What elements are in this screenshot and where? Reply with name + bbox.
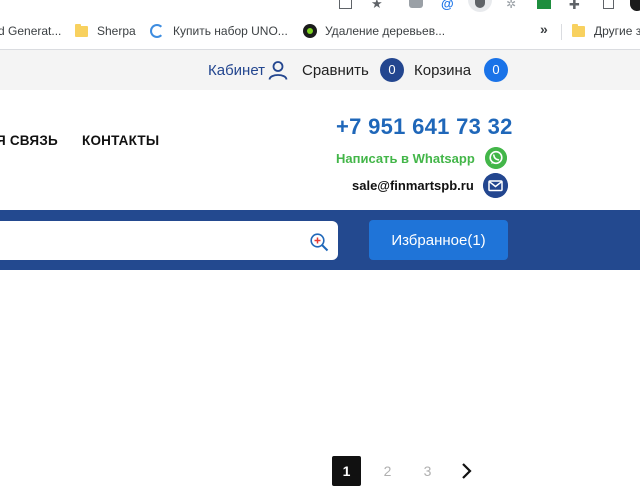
- chevron-right-icon: [461, 463, 472, 479]
- bookmark-item[interactable]: Sherpa: [75, 23, 136, 39]
- favorites-button[interactable]: Избранное(1): [369, 220, 508, 260]
- bookmark-label: Купить набор UNO...: [173, 24, 288, 38]
- at-sign-icon[interactable]: @: [441, 0, 457, 10]
- nav-item-feedback[interactable]: Я СВЯЗЬ: [0, 133, 58, 148]
- mail-icon[interactable]: [483, 173, 508, 198]
- page-button-current[interactable]: 1: [332, 456, 361, 486]
- extension-circle-icon[interactable]: [468, 0, 492, 12]
- cabinet-label: Кабинет: [208, 61, 266, 79]
- whatsapp-icon[interactable]: [485, 147, 507, 169]
- next-page-button[interactable]: [452, 456, 481, 486]
- extension-icon[interactable]: [409, 0, 423, 8]
- search-icon[interactable]: [309, 232, 329, 252]
- site-top-bar: Кабинет Сравнить Корзина: [0, 50, 640, 90]
- whatsapp-link[interactable]: Написать в Whatsapp: [336, 151, 475, 166]
- loading-icon: [150, 24, 164, 38]
- folder-icon: [572, 23, 585, 37]
- puzzle-icon[interactable]: ✚: [569, 0, 585, 11]
- cart-link[interactable]: Корзина: [414, 59, 471, 81]
- phone-number[interactable]: +7 951 641 73 32: [336, 114, 513, 140]
- bookmark-label: Sherpa: [97, 24, 136, 38]
- bookmark-item[interactable]: d Generat...: [0, 23, 61, 39]
- site-favicon-icon: [303, 24, 317, 38]
- cart-count-badge[interactable]: 0: [484, 58, 508, 82]
- bookmark-item[interactable]: Купить набор UNO...: [150, 23, 288, 39]
- bookmark-label: d Generat...: [0, 24, 62, 38]
- gear-icon[interactable]: ✲: [506, 0, 522, 10]
- other-bookmarks[interactable]: Другие з: [572, 23, 640, 39]
- cabinet-link[interactable]: Кабинет: [208, 59, 288, 81]
- bookmark-star-icon[interactable]: ★: [371, 0, 387, 10]
- search-band: Избранное(1): [0, 210, 640, 270]
- compare-label: Сравнить: [302, 61, 369, 79]
- nav-item-contacts[interactable]: КОНТАКТЫ: [82, 133, 159, 148]
- more-bookmarks-button[interactable]: »: [540, 21, 548, 37]
- other-bookmarks-label: Другие з: [594, 24, 640, 38]
- page-button-3[interactable]: 3: [413, 456, 442, 486]
- compare-count-badge[interactable]: 0: [380, 58, 404, 82]
- profile-avatar[interactable]: [630, 0, 640, 11]
- cart-label: Корзина: [414, 61, 472, 79]
- window-icon[interactable]: [603, 0, 614, 9]
- bookmarks-bar: d Generat... Sherpa Купить набор UNO... …: [0, 13, 640, 50]
- folder-icon: [75, 23, 88, 37]
- extension-toolbar: ★ @ ✲ ✚: [0, 0, 640, 13]
- bookmark-separator: [561, 24, 562, 40]
- email-link[interactable]: sale@finmartspb.ru: [352, 178, 474, 193]
- check-extension-icon[interactable]: [537, 0, 551, 9]
- user-icon: [268, 61, 288, 80]
- bookmark-label: Удаление деревьев...: [325, 24, 446, 38]
- compare-link[interactable]: Сравнить: [302, 59, 369, 81]
- search-box: [0, 221, 338, 260]
- bookmark-item[interactable]: Удаление деревьев...: [303, 23, 445, 39]
- share-icon[interactable]: [339, 0, 352, 9]
- search-input[interactable]: [0, 221, 310, 260]
- page-button-2[interactable]: 2: [373, 456, 402, 486]
